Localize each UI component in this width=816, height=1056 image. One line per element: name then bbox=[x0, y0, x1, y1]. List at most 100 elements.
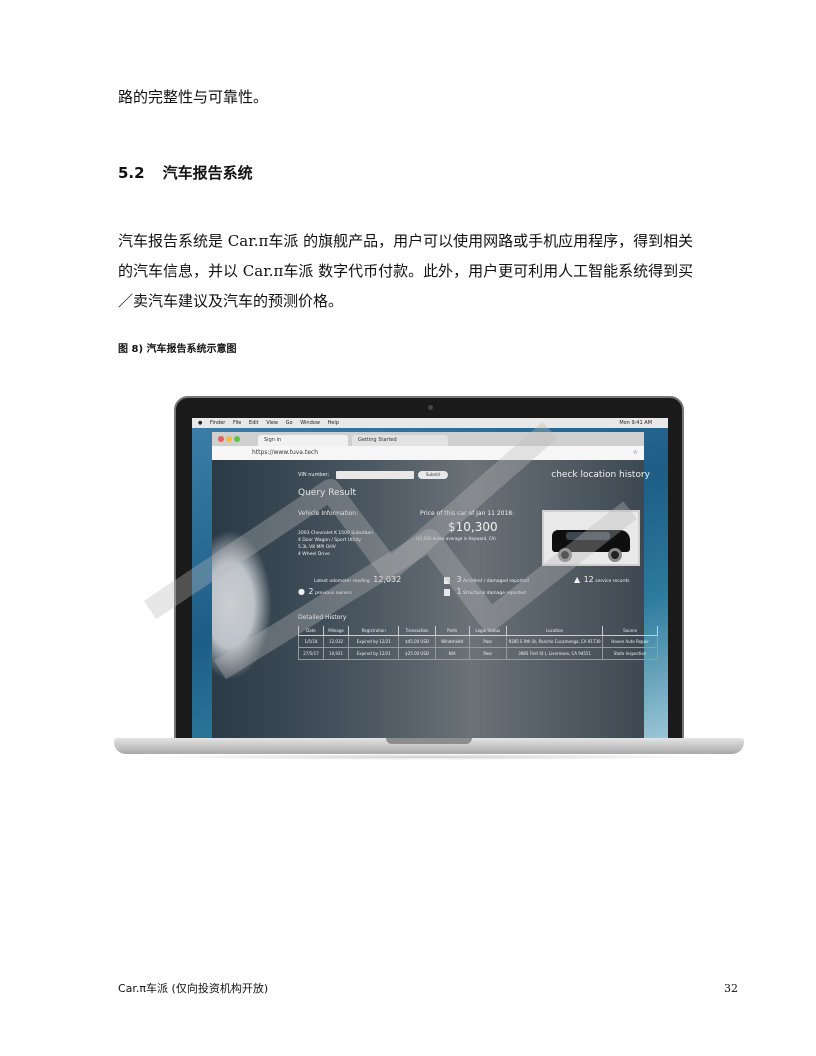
paragraph-continuation: 路的完整性与可靠性。 bbox=[118, 88, 269, 106]
price-note: ($1,000 below average in Hayward, CA) bbox=[416, 536, 496, 541]
price-label: Price of this car of Jan 11 2018: bbox=[420, 510, 515, 517]
laptop-bezel: ● Finder File Edit View Go Window Help M… bbox=[174, 396, 684, 740]
maximize-dot-icon bbox=[234, 436, 240, 442]
web-page: VIN number: Submit check location histor… bbox=[212, 460, 658, 738]
structural-stat: 1 Structural damage reported bbox=[444, 586, 526, 600]
car-report-app: VIN number: Submit check location histor… bbox=[298, 466, 658, 738]
world-map-graphic bbox=[212, 530, 272, 680]
laptop-figure: ● Finder File Edit View Go Window Help M… bbox=[114, 396, 744, 762]
table-cell: 27/5/17 bbox=[298, 647, 324, 660]
table-cell: Expired by 12/21 bbox=[348, 647, 400, 660]
column-header: Parts bbox=[434, 626, 470, 636]
accident-value: 3 bbox=[456, 575, 462, 584]
menubar-clock: Mon 9:41 AM bbox=[619, 420, 652, 426]
table-cell: Pass bbox=[468, 647, 508, 660]
page-number: 32 bbox=[724, 982, 738, 995]
section-heading: 5.2 汽车报告系统 bbox=[118, 162, 253, 183]
odometer-value: 12,032 bbox=[373, 575, 402, 584]
car-wheel-icon bbox=[608, 548, 622, 562]
browser-window: Sign in Getting Started https://www.tuva… bbox=[212, 432, 658, 738]
tab-sign-in: Sign in bbox=[258, 435, 348, 446]
bookmark-star-icon: ☆ bbox=[632, 449, 638, 456]
menu-item: Edit bbox=[248, 420, 259, 426]
tab-getting-started: Getting Started bbox=[352, 435, 448, 446]
warning-icon: ▲ bbox=[574, 575, 581, 584]
menu-item: Go bbox=[285, 420, 293, 426]
body-line: 汽车报告系统是 Car.π车派 的旗舰产品，用户可以使用网路或手机应用程序，得到… bbox=[118, 232, 694, 250]
table-cell: $45.00 USD bbox=[398, 635, 436, 648]
service-stat: ▲ 12 service records bbox=[574, 574, 630, 588]
vehicle-line: 2003 Chevrolet K 1500 Suburban bbox=[298, 531, 374, 536]
price-value: $10,300 bbox=[448, 520, 498, 534]
figure-caption: 图 8) 汽车报告系统示意图 bbox=[118, 344, 237, 355]
table-cell: Haven Auto Repair bbox=[602, 635, 658, 648]
url-text: https://www.tuva.tech bbox=[252, 449, 319, 456]
camera-icon bbox=[428, 405, 433, 410]
report-icon bbox=[444, 577, 450, 584]
window-controls bbox=[218, 436, 242, 444]
column-header: Transaction bbox=[398, 626, 436, 636]
table-header-row: Date Mileage Registration Transaction Pa… bbox=[298, 626, 658, 636]
table-cell: N/A bbox=[434, 647, 470, 660]
footer-text: Car.π车派 (仅向投资机构开放) bbox=[118, 982, 269, 995]
laptop-notch bbox=[386, 738, 472, 744]
table-row: 1/5/18 12,032 Expired by 12/21 $45.00 US… bbox=[298, 635, 658, 648]
table-cell: 3985 First St (, Livermore, CA 94551 bbox=[506, 647, 604, 660]
query-result-title: Query Result bbox=[298, 488, 357, 498]
table-cell: 12,032 bbox=[322, 635, 350, 648]
section-number: 5.2 bbox=[118, 164, 145, 182]
body-line: 的汽车信息，并以 Car.π车派 数字代币付款。此外，用户更可利用人工智能系统得… bbox=[118, 262, 694, 280]
vin-input bbox=[336, 471, 414, 479]
menu-item: Window bbox=[300, 420, 320, 426]
vin-label: VIN number: bbox=[298, 472, 330, 478]
body-paragraph: 汽车报告系统是 Car.π车派 的旗舰产品，用户可以使用网路或手机应用程序，得到… bbox=[118, 226, 728, 316]
table-cell: State Inspection bbox=[602, 647, 658, 660]
column-header: Legal Status bbox=[468, 626, 508, 636]
table-cell: Pass bbox=[468, 635, 508, 648]
location-history-link: check location history bbox=[551, 470, 650, 480]
car-window-shape bbox=[566, 532, 610, 540]
owners-label: previous owners bbox=[314, 591, 352, 596]
odometer-label: Latest odometer reading bbox=[314, 579, 370, 584]
history-table: Date Mileage Registration Transaction Pa… bbox=[298, 626, 658, 660]
vehicle-line: 4 Wheel Drive bbox=[298, 552, 330, 557]
service-label: service records bbox=[595, 579, 630, 584]
section-title: 汽车报告系统 bbox=[162, 164, 253, 182]
car-wheel-icon bbox=[558, 548, 572, 562]
vehicle-line: 4 Door Wagon / Sport Utility bbox=[298, 538, 362, 543]
laptop-shadow bbox=[134, 754, 724, 760]
vin-row: VIN number: Submit check location histor… bbox=[298, 468, 658, 482]
vehicle-line: 5.3L V8 MPI OHV bbox=[298, 545, 336, 550]
menu-item: Help bbox=[327, 420, 339, 426]
report-icon bbox=[444, 589, 450, 596]
accident-label: Accident / damaged reported bbox=[462, 579, 529, 584]
service-value: 12 bbox=[583, 575, 594, 584]
owners-stat: ● 2 previous owners bbox=[298, 586, 352, 600]
menu-item: View bbox=[266, 420, 279, 426]
column-header: Mileage bbox=[322, 626, 350, 636]
table-cell: Windshield bbox=[434, 635, 470, 648]
car-photo bbox=[542, 510, 640, 566]
column-header: Date bbox=[298, 626, 324, 636]
owners-value: 2 bbox=[308, 587, 314, 596]
person-icon: ● bbox=[298, 587, 305, 596]
table-cell: Expired by 12/21 bbox=[348, 635, 400, 648]
submit-button: Submit bbox=[418, 471, 448, 479]
table-cell: 9285 E 9th St, Rancho Cucamonga, CA 9173… bbox=[506, 635, 604, 648]
structural-value: 1 bbox=[456, 587, 462, 596]
browser-tabbar: Sign in Getting Started bbox=[212, 432, 644, 446]
column-header: Source bbox=[602, 626, 658, 636]
menu-item: Finder bbox=[209, 420, 226, 426]
table-cell: $25.00 USD bbox=[398, 647, 436, 660]
column-header: Registration bbox=[348, 626, 400, 636]
detailed-history-title: Detailed History bbox=[298, 614, 347, 621]
address-bar: https://www.tuva.tech ☆ bbox=[212, 446, 644, 460]
mac-menubar: ● Finder File Edit View Go Window Help M… bbox=[192, 418, 668, 428]
table-row: 27/5/17 10,921 Expired by 12/21 $25.00 U… bbox=[298, 647, 658, 660]
table-cell: 1/5/18 bbox=[298, 635, 324, 648]
vehicle-description: 2003 Chevrolet K 1500 Suburban 4 Door Wa… bbox=[298, 530, 373, 558]
minimize-dot-icon bbox=[226, 436, 232, 442]
vehicle-info-label: Vehicle Information: bbox=[298, 510, 359, 517]
structural-label: Structural damage reported bbox=[462, 591, 526, 596]
body-line: ／卖汽车建议及汽车的预测价格。 bbox=[118, 292, 344, 310]
